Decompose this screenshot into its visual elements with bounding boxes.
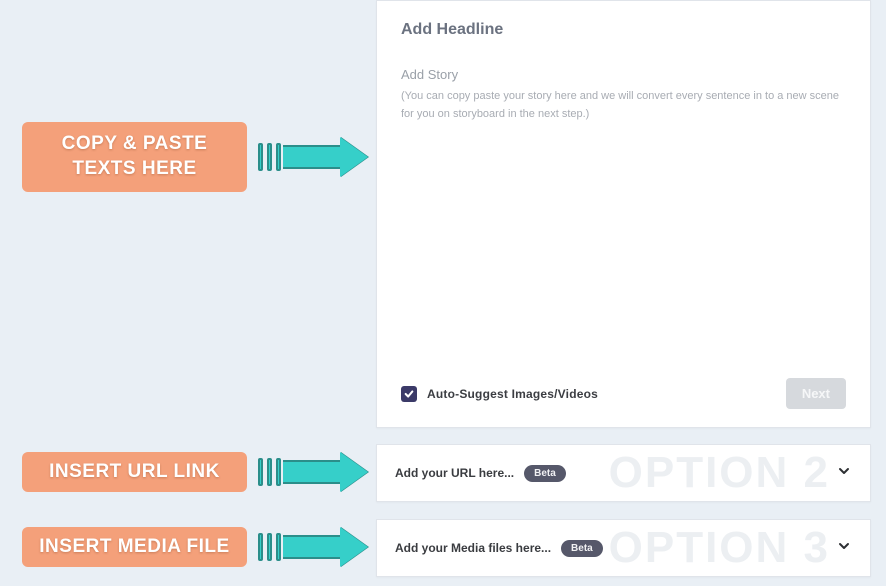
story-hint: (You can copy paste your story here and … (401, 88, 846, 123)
beta-badge: Beta (524, 465, 566, 482)
media-panel-title: Add your Media files here... (395, 541, 551, 555)
auto-suggest-checkbox[interactable] (401, 386, 417, 402)
callout-insert-media: INSERT MEDIA FILE (22, 527, 247, 567)
story-footer: Auto-Suggest Images/Videos Next (401, 368, 846, 409)
callout-copy-paste: COPY & PASTE TEXTS HERE (22, 122, 247, 192)
story-panel: Add Headline Add Story (You can copy pas… (376, 0, 871, 428)
media-panel[interactable]: OPTION 3 Add your Media files here... Be… (376, 519, 871, 577)
beta-badge: Beta (561, 540, 603, 557)
chevron-down-icon[interactable] (836, 463, 852, 484)
arrow-icon (258, 455, 368, 489)
callout-insert-url: INSERT URL LINK (22, 452, 247, 492)
chevron-down-icon[interactable] (836, 538, 852, 559)
next-button[interactable]: Next (786, 378, 846, 409)
arrow-icon (258, 530, 368, 564)
auto-suggest-label: Auto-Suggest Images/Videos (427, 387, 598, 401)
story-textarea[interactable] (401, 131, 846, 368)
option-watermark: OPTION 2 (609, 448, 830, 498)
url-panel-title: Add your URL here... (395, 466, 514, 480)
url-panel[interactable]: OPTION 2 Add your URL here... Beta (376, 444, 871, 502)
option-watermark: OPTION 3 (609, 523, 830, 573)
story-label: Add Story (401, 67, 846, 82)
headline-input[interactable]: Add Headline (401, 21, 846, 39)
arrow-icon (258, 140, 368, 174)
